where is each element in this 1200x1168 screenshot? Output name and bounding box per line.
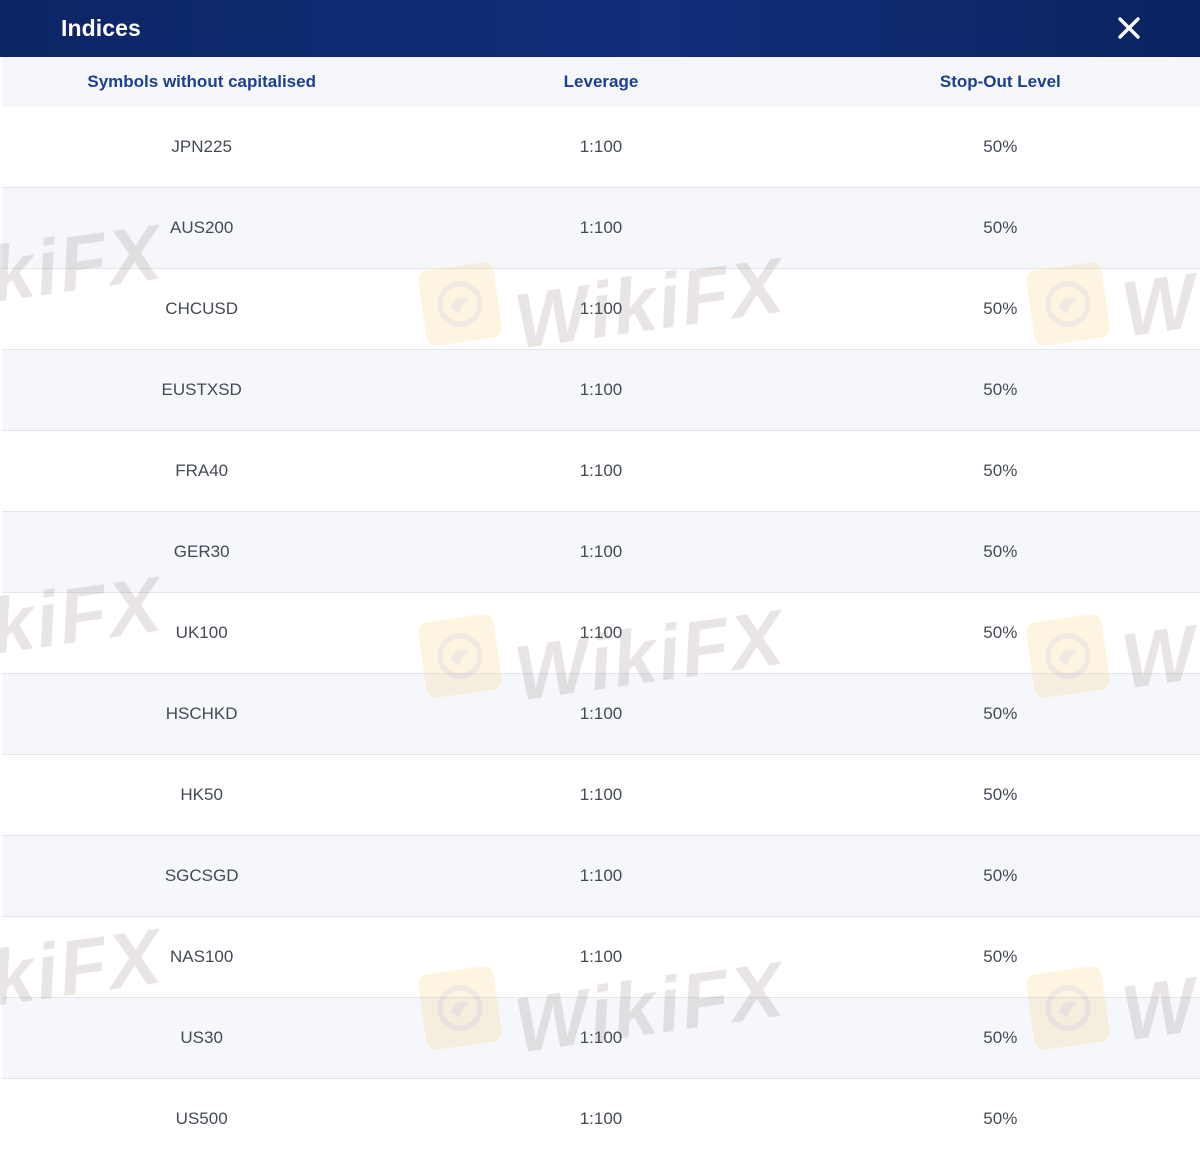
cell-leverage: 1:100: [579, 461, 623, 480]
cell-stop-out: 50%: [983, 947, 1018, 966]
cell-leverage: 1:100: [579, 1109, 623, 1128]
cell-stop-out: 50%: [983, 785, 1018, 804]
cell-stop-out: 50%: [983, 866, 1018, 885]
table-row: US30 1:100 50%: [2, 998, 1200, 1079]
cell-leverage: 1:100: [579, 866, 623, 885]
cell-stop-out: 50%: [983, 623, 1018, 642]
cell-stop-out: 50%: [983, 704, 1018, 723]
cell-leverage: 1:100: [579, 380, 623, 399]
table-body: JPN225 1:100 50% AUS200 1:100 50% CHCUSD 1:100 5…: [2, 107, 1200, 1159]
close-icon: [1118, 17, 1140, 39]
cell-symbol: FRA40: [175, 461, 229, 480]
cell-leverage: 1:100: [579, 623, 623, 642]
cell-symbol: EUSTXSD: [161, 380, 242, 399]
table-row: CHCUSD 1:100 50%: [2, 269, 1200, 350]
indices-table: Symbols without capitalised Leverage Sto…: [2, 57, 1200, 1159]
cell-symbol: SGCSGD: [164, 866, 239, 885]
table-row: NAS100 1:100 50%: [2, 917, 1200, 998]
cell-leverage: 1:100: [579, 137, 623, 156]
cell-stop-out: 50%: [983, 1028, 1018, 1047]
cell-stop-out: 50%: [983, 137, 1018, 156]
cell-stop-out: 50%: [983, 380, 1018, 399]
cell-symbol: UK100: [175, 623, 228, 642]
table-row: AUS200 1:100 50%: [2, 188, 1200, 269]
column-header-symbol: Symbols without capitalised: [87, 72, 316, 91]
table-row: JPN225 1:100 50%: [2, 107, 1200, 188]
table-row: SGCSGD 1:100 50%: [2, 836, 1200, 917]
cell-symbol: HK50: [180, 785, 223, 804]
dialog-titlebar: Indices: [0, 0, 1200, 57]
table-header: Symbols without capitalised Leverage Sto…: [2, 57, 1200, 107]
table-row: FRA40 1:100 50%: [2, 431, 1200, 512]
table-row: EUSTXSD 1:100 50%: [2, 350, 1200, 431]
cell-stop-out: 50%: [983, 542, 1018, 561]
cell-stop-out: 50%: [983, 461, 1018, 480]
cell-leverage: 1:100: [579, 947, 623, 966]
cell-stop-out: 50%: [983, 218, 1018, 237]
cell-symbol: US30: [180, 1028, 223, 1047]
cell-symbol: JPN225: [171, 137, 232, 156]
table-row: HSCHKD 1:100 50%: [2, 674, 1200, 755]
table-row: US500 1:100 50%: [2, 1079, 1200, 1159]
cell-symbol: AUS200: [170, 218, 234, 237]
dialog-title: Indices: [61, 15, 141, 41]
cell-leverage: 1:100: [579, 1028, 623, 1047]
cell-symbol: HSCHKD: [165, 704, 238, 723]
cell-leverage: 1:100: [579, 218, 623, 237]
table-row: UK100 1:100 50%: [2, 593, 1200, 674]
cell-stop-out: 50%: [983, 299, 1018, 318]
cell-leverage: 1:100: [579, 299, 623, 318]
column-header-leverage: Leverage: [563, 72, 639, 91]
cell-symbol: CHCUSD: [165, 299, 239, 318]
table-row: GER30 1:100 50%: [2, 512, 1200, 593]
cell-symbol: US500: [175, 1109, 228, 1128]
column-header-stop-out: Stop-Out Level: [939, 72, 1061, 91]
cell-symbol: GER30: [173, 542, 230, 561]
cell-stop-out: 50%: [983, 1109, 1018, 1128]
close-button[interactable]: [1116, 15, 1142, 41]
cell-leverage: 1:100: [579, 785, 623, 804]
table-row: HK50 1:100 50%: [2, 755, 1200, 836]
cell-symbol: NAS100: [170, 947, 234, 966]
indices-dialog: Indices Symbols without capitalised Leve…: [0, 0, 1200, 1168]
cell-leverage: 1:100: [579, 704, 623, 723]
cell-leverage: 1:100: [579, 542, 623, 561]
